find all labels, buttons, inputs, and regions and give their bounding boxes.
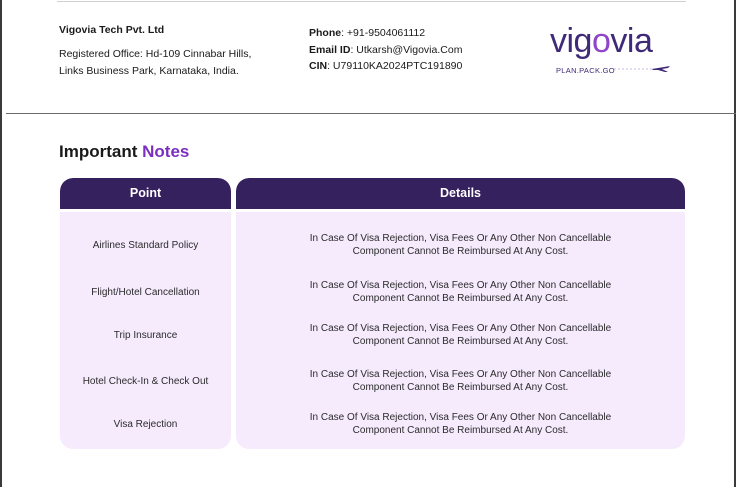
logo-tagline: PLAN.PACK.GO xyxy=(556,66,615,75)
header-divider xyxy=(6,113,736,114)
note-point: Visa Rejection xyxy=(113,419,178,430)
phone-label: Phone xyxy=(309,27,342,39)
note-details: In Case Of Visa Rejection, Visa Fees Or … xyxy=(309,412,612,436)
office-line-1: Registered Office: Hd-109 Cinnabar Hills… xyxy=(59,48,252,60)
vigovia-logo: vigovia PLAN.PACK.GO xyxy=(550,22,680,78)
registered-office: Registered Office: Hd-109 Cinnabar Hills… xyxy=(59,46,251,80)
section-title: Important Notes xyxy=(59,142,190,161)
note-point: Trip Insurance xyxy=(113,330,178,341)
phone-line: Phone: +91-9504061112 xyxy=(309,25,462,42)
company-name: Vigovia Tech Pvt. Ltd xyxy=(59,24,165,36)
note-details: In Case Of Visa Rejection, Visa Fees Or … xyxy=(309,233,612,257)
details-header-underline xyxy=(236,209,685,212)
top-divider xyxy=(57,1,686,2)
note-details: In Case Of Visa Rejection, Visa Fees Or … xyxy=(309,280,612,304)
email-line: Email ID: Utkarsh@Vigovia.Com xyxy=(309,42,462,59)
cin-label: CIN xyxy=(309,60,328,72)
airplane-icon xyxy=(614,66,670,72)
details-column: Details xyxy=(236,178,685,449)
details-column-header: Details xyxy=(236,178,685,209)
note-point: Hotel Check-In & Check Out xyxy=(82,376,209,387)
point-header-underline xyxy=(60,209,231,212)
note-point: Airlines Standard Policy xyxy=(92,240,199,251)
document-page: Vigovia Tech Pvt. Ltd Registered Office:… xyxy=(0,0,736,487)
email-label: Email ID xyxy=(309,43,351,56)
office-line-2: Links Business Park, Karnataka, India. xyxy=(59,65,239,77)
phone-value: : +91-9504061112 xyxy=(341,27,426,39)
point-column: Point xyxy=(60,178,231,449)
logo-wordmark: vigovia xyxy=(550,22,653,60)
point-column-header: Point xyxy=(60,178,231,209)
email-value: : Utkarsh@Vigovia.Com xyxy=(350,43,463,56)
contact-block: Phone: +91-9504061112 Email ID: Utkarsh@… xyxy=(309,25,462,75)
note-point: Flight/Hotel Cancellation xyxy=(91,287,200,298)
note-details: In Case Of Visa Rejection, Visa Fees Or … xyxy=(309,323,612,347)
note-details: In Case Of Visa Rejection, Visa Fees Or … xyxy=(309,369,612,393)
cin-line: CIN: U79110KA2024PTC191890 xyxy=(309,58,462,75)
cin-value: : U79110KA2024PTC191890 xyxy=(327,60,463,72)
